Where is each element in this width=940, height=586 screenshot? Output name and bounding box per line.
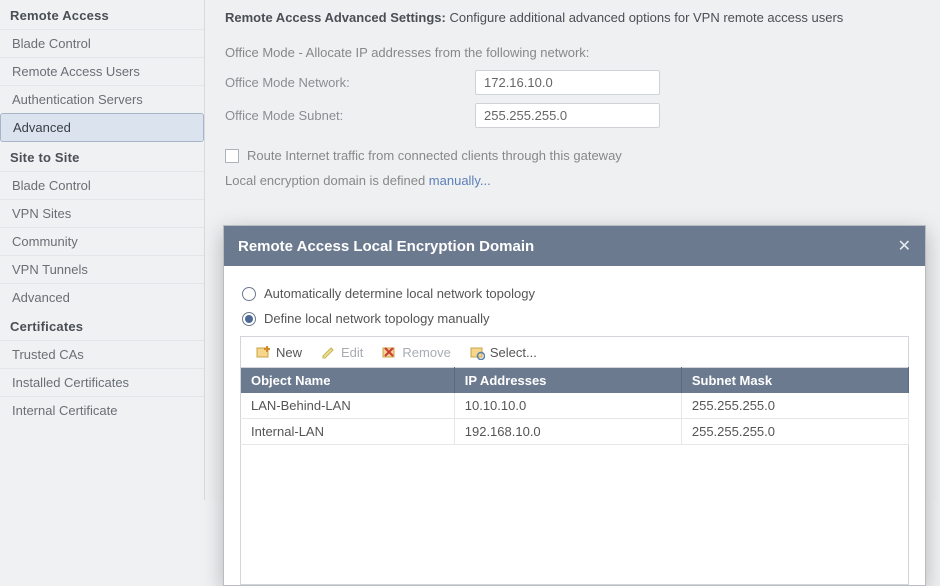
sidebar-group-title: Site to Site — [0, 142, 204, 171]
radio-manual[interactable]: Define local network topology manually — [242, 311, 907, 326]
remove-button[interactable]: Remove — [373, 341, 458, 363]
modal-body: Automatically determine local network to… — [224, 266, 925, 585]
remove-icon — [381, 344, 397, 360]
office-subnet-input[interactable] — [475, 103, 660, 128]
office-mode-label: Office Mode - Allocate IP addresses from… — [225, 45, 920, 60]
table-header-row: Object Name IP Addresses Subnet Mask — [241, 368, 909, 394]
sidebar-item[interactable]: Remote Access Users — [0, 57, 204, 85]
col-subnet-mask[interactable]: Subnet Mask — [681, 368, 908, 394]
manually-link[interactable]: manually... — [429, 173, 491, 188]
radio-auto[interactable]: Automatically determine local network to… — [242, 286, 907, 301]
radio-manual-label: Define local network topology manually — [264, 311, 489, 326]
sidebar-item[interactable]: Blade Control — [0, 171, 204, 199]
table-cell: Internal-LAN — [241, 419, 455, 445]
sidebar-item[interactable]: Advanced — [0, 113, 204, 142]
edit-label: Edit — [341, 345, 363, 360]
table-empty-area — [240, 445, 909, 585]
sidebar-item[interactable]: VPN Tunnels — [0, 255, 204, 283]
sidebar-group-title: Certificates — [0, 311, 204, 340]
radio-auto-label: Automatically determine local network to… — [264, 286, 535, 301]
office-subnet-label: Office Mode Subnet: — [225, 108, 475, 123]
table-cell: LAN-Behind-LAN — [241, 393, 455, 419]
page-title-bold: Remote Access Advanced Settings: — [225, 10, 446, 25]
edit-button[interactable]: Edit — [312, 341, 371, 363]
table-cell: 192.168.10.0 — [454, 419, 681, 445]
table-row[interactable]: LAN-Behind-LAN10.10.10.0255.255.255.0 — [241, 393, 909, 419]
sidebar-group-title: Remote Access — [0, 0, 204, 29]
modal-title: Remote Access Local Encryption Domain — [238, 238, 534, 255]
select-button[interactable]: Select... — [461, 341, 545, 363]
modal-header: Remote Access Local Encryption Domain ✕ — [224, 226, 925, 266]
new-label: New — [276, 345, 302, 360]
sidebar: Remote AccessBlade ControlRemote Access … — [0, 0, 205, 500]
office-network-input[interactable] — [475, 70, 660, 95]
toolbar: New Edit Remove Select... — [240, 336, 909, 367]
sidebar-item[interactable]: Internal Certificate — [0, 396, 204, 424]
local-encryption-text: Local encryption domain is defined manua… — [225, 173, 920, 188]
edit-icon — [320, 344, 336, 360]
office-subnet-row: Office Mode Subnet: — [225, 103, 920, 128]
sidebar-item[interactable]: Blade Control — [0, 29, 204, 57]
sidebar-item[interactable]: Installed Certificates — [0, 368, 204, 396]
sidebar-item[interactable]: Advanced — [0, 283, 204, 311]
office-network-row: Office Mode Network: — [225, 70, 920, 95]
select-icon — [469, 344, 485, 360]
new-icon — [255, 344, 271, 360]
sidebar-item[interactable]: Community — [0, 227, 204, 255]
col-ip-addresses[interactable]: IP Addresses — [454, 368, 681, 394]
local-enc-prefix: Local encryption domain is defined — [225, 173, 429, 188]
sidebar-item[interactable]: Authentication Servers — [0, 85, 204, 113]
office-network-label: Office Mode Network: — [225, 75, 475, 90]
col-object-name[interactable]: Object Name — [241, 368, 455, 394]
select-label: Select... — [490, 345, 537, 360]
checkbox-icon — [225, 149, 239, 163]
table-cell: 255.255.255.0 — [681, 393, 908, 419]
objects-table: Object Name IP Addresses Subnet Mask LAN… — [240, 367, 909, 445]
radio-icon — [242, 287, 256, 301]
encryption-domain-modal: Remote Access Local Encryption Domain ✕ … — [223, 225, 926, 586]
table-cell: 10.10.10.0 — [454, 393, 681, 419]
table-cell: 255.255.255.0 — [681, 419, 908, 445]
page-title-rest: Configure additional advanced options fo… — [446, 10, 843, 25]
close-icon[interactable]: ✕ — [898, 236, 911, 256]
remove-label: Remove — [402, 345, 450, 360]
route-traffic-checkbox-row[interactable]: Route Internet traffic from connected cl… — [225, 148, 920, 163]
new-button[interactable]: New — [247, 341, 310, 363]
route-traffic-label: Route Internet traffic from connected cl… — [247, 148, 622, 163]
page-title: Remote Access Advanced Settings: Configu… — [225, 10, 920, 33]
sidebar-item[interactable]: Trusted CAs — [0, 340, 204, 368]
table-row[interactable]: Internal-LAN192.168.10.0255.255.255.0 — [241, 419, 909, 445]
radio-icon — [242, 312, 256, 326]
sidebar-item[interactable]: VPN Sites — [0, 199, 204, 227]
